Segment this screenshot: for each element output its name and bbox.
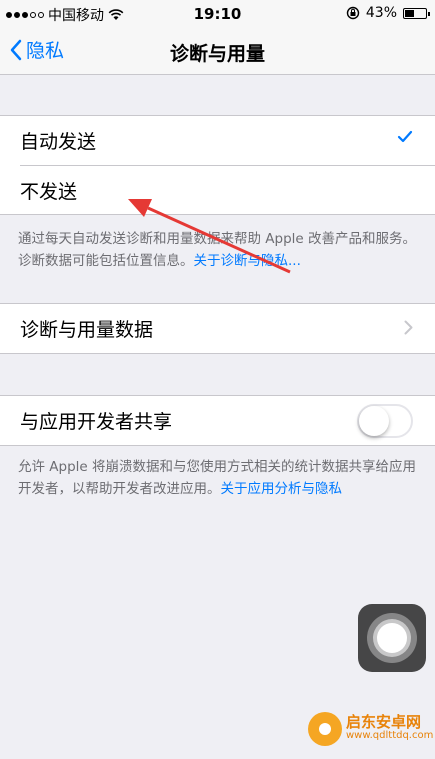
watermark-logo-icon bbox=[308, 712, 342, 746]
diagnostics-privacy-link[interactable]: 关于诊断与隐私... bbox=[194, 253, 301, 269]
data-group: 诊断与用量数据 bbox=[0, 303, 435, 354]
checkmark-icon bbox=[397, 130, 413, 143]
chevron-right-icon bbox=[404, 320, 413, 335]
share-with-developers-row: 与应用开发者共享 bbox=[0, 396, 435, 445]
option-label: 不发送 bbox=[20, 180, 78, 203]
watermark: 启东安卓网 www.qdlttdq.com bbox=[308, 712, 433, 746]
option-auto-send[interactable]: 自动发送 bbox=[0, 116, 435, 165]
watermark-name: 启东安卓网 bbox=[346, 713, 422, 731]
battery-percent: 43% bbox=[365, 5, 397, 21]
share-footer: 允许 Apple 将崩溃数据和与您使用方式相关的统计数据共享给应用开发者，以帮助… bbox=[18, 456, 418, 500]
diagnostics-data-row[interactable]: 诊断与用量数据 bbox=[0, 304, 435, 353]
share-footer-text: 允许 Apple 将崩溃数据和与您使用方式相关的统计数据共享给应用开发者，以帮助… bbox=[18, 459, 417, 497]
row-label: 与应用开发者共享 bbox=[20, 411, 173, 433]
page-title: 诊断与用量 bbox=[169, 43, 265, 65]
status-bar: 中国移动 19:10 43% bbox=[0, 0, 435, 28]
toggle-knob bbox=[359, 406, 389, 436]
share-group: 与应用开发者共享 bbox=[0, 395, 435, 446]
option-label: 自动发送 bbox=[20, 131, 97, 153]
navigation-bar: 隐私 诊断与用量 bbox=[0, 28, 435, 75]
send-footer: 通过每天自动发送诊断和用量数据来帮助 Apple 改善产品和服务。诊断数据可能包… bbox=[18, 228, 418, 272]
battery-icon bbox=[403, 7, 430, 19]
watermark-url: www.qdlttdq.com bbox=[346, 730, 434, 741]
orientation-lock-icon bbox=[346, 6, 360, 20]
assistive-touch-button[interactable] bbox=[358, 604, 426, 672]
share-toggle[interactable] bbox=[357, 404, 413, 438]
send-options-group: 自动发送 不发送 bbox=[0, 115, 435, 215]
app-analytics-privacy-link[interactable]: 关于应用分析与隐私 bbox=[221, 481, 343, 497]
option-do-not-send[interactable]: 不发送 bbox=[20, 165, 435, 214]
status-right: 43% bbox=[346, 5, 430, 21]
row-label: 诊断与用量数据 bbox=[20, 319, 154, 341]
